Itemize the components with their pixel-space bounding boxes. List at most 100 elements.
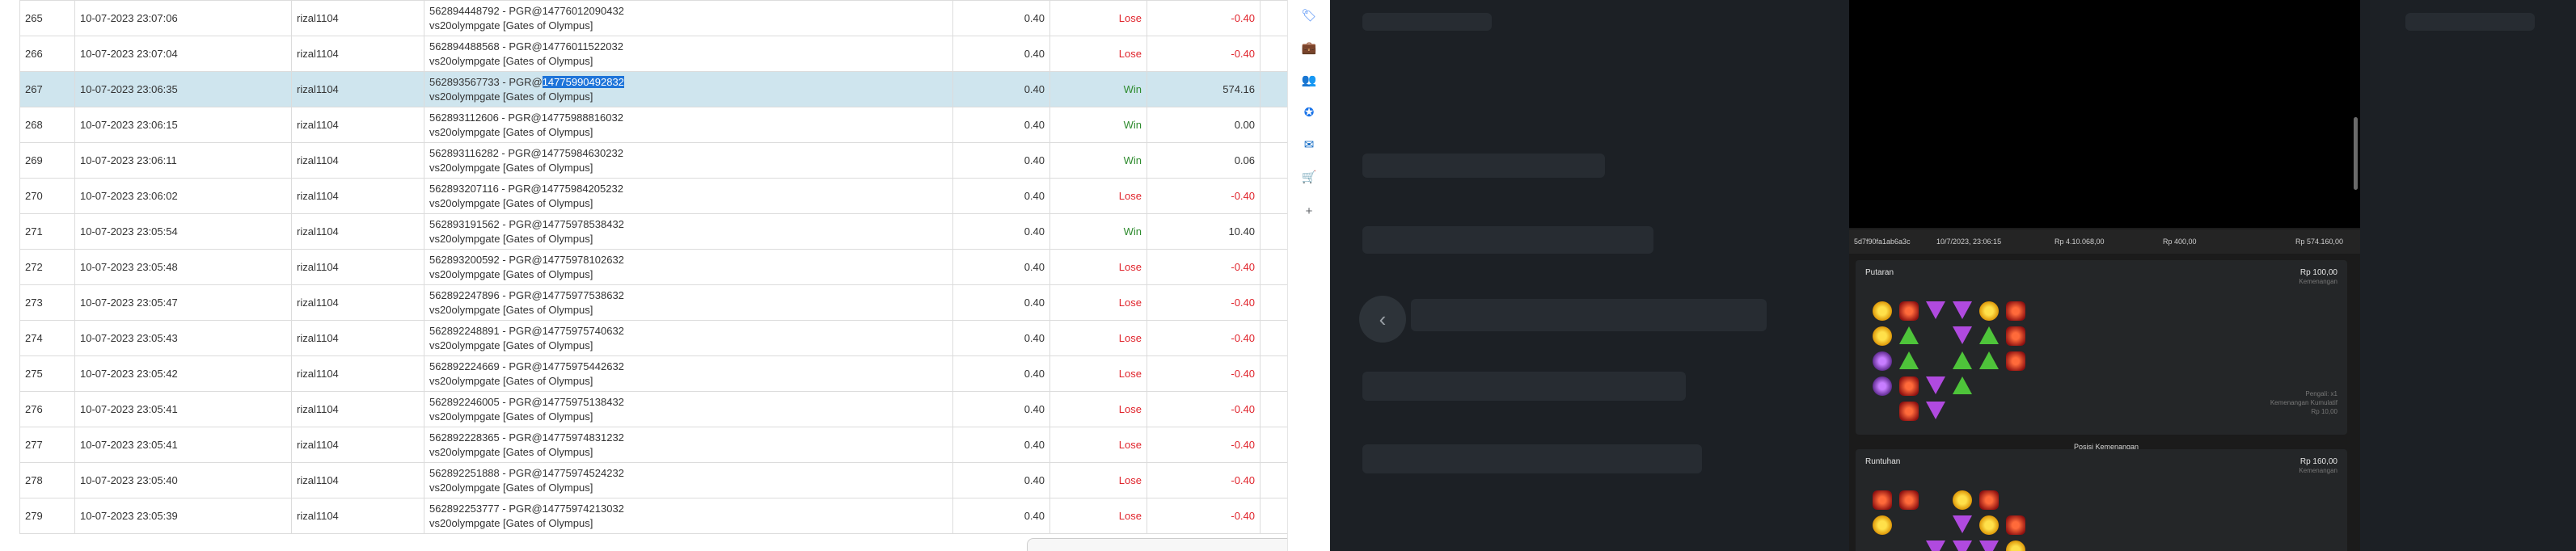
game-id-line: 562892253777 - PGR@14775974213032 xyxy=(429,502,948,516)
table-row[interactable]: 271 10-07-2023 23:05:54 rizal1104 562893191… xyxy=(19,213,1287,250)
symbol-tri-g-icon xyxy=(1953,351,1972,369)
ghost-block xyxy=(1362,444,1702,473)
date-time-cell: 10-07-2023 23:06:02 xyxy=(74,178,292,214)
bet-cell: 0.40 xyxy=(952,107,1050,143)
game-name-line: vs20olympgate [Gates of Olympus] xyxy=(429,232,593,245)
symbol-tri-g-icon xyxy=(1899,326,1919,344)
briefcase-icon[interactable]: 💼 xyxy=(1300,39,1318,57)
game-name-line: vs20olympgate [Gates of Olympus] xyxy=(429,267,593,280)
username-cell: rizal1104 xyxy=(291,142,424,179)
jackpot-cell: 0.00 xyxy=(1260,142,1287,179)
extension-icon[interactable]: ✪ xyxy=(1300,103,1318,121)
game-info-cell: 562894448792 - PGR@14776012090432 vs20oly… xyxy=(424,0,953,36)
jackpot-cell: 0.00 xyxy=(1260,284,1287,321)
section-title: Putaran xyxy=(1865,268,1894,277)
symbol-ruby-icon xyxy=(2006,515,2025,535)
game-id-line: 562892228365 - PGR@14775974831232 xyxy=(429,431,948,445)
table-row[interactable]: 275 10-07-2023 23:05:42 rizal1104 562892224… xyxy=(19,355,1287,392)
row-number: 277 xyxy=(19,427,75,463)
bet-cell: 0.40 xyxy=(952,249,1050,285)
date-time-cell: 10-07-2023 23:05:42 xyxy=(74,355,292,392)
username-cell: rizal1104 xyxy=(291,36,424,72)
row-number: 273 xyxy=(19,284,75,321)
empty-cell xyxy=(2006,490,2025,510)
username-cell: rizal1104 xyxy=(291,498,424,534)
game-info-cell: 562893567733 - PGR@14775990492832 vs20oly… xyxy=(424,71,953,107)
table-row[interactable]: 273 10-07-2023 23:05:47 rizal1104 562892247… xyxy=(19,284,1287,321)
table-row[interactable]: 268 10-07-2023 23:06:15 rizal1104 562893112… xyxy=(19,107,1287,143)
jackpot-cell: 0.00 xyxy=(1260,71,1287,107)
row-number: 275 xyxy=(19,355,75,392)
game-info-cell: 562893200592 - PGR@14775978102632 vs20oly… xyxy=(424,249,953,285)
symbol-sun-icon xyxy=(1873,326,1892,346)
date-time-cell: 10-07-2023 23:06:11 xyxy=(74,142,292,179)
date-time-cell: 10-07-2023 23:05:54 xyxy=(74,213,292,250)
bet-cell: 0.40 xyxy=(952,284,1050,321)
table-row[interactable]: 276 10-07-2023 23:05:41 rizal1104 562892246… xyxy=(19,391,1287,427)
symbol-tri-p-icon xyxy=(1953,515,1972,533)
horizontal-scrollbar[interactable] xyxy=(1027,538,1287,551)
jackpot-cell: 0.00 xyxy=(1260,249,1287,285)
symbol-tri-p-icon xyxy=(1926,376,1945,394)
symbol-grid xyxy=(1870,488,2032,551)
table-row[interactable]: 279 10-07-2023 23:05:39 rizal1104 562892253… xyxy=(19,498,1287,534)
winloss-cell: 574.16 xyxy=(1147,71,1261,107)
people-icon[interactable]: 👥 xyxy=(1300,71,1318,89)
table-row[interactable]: 270 10-07-2023 23:06:02 rizal1104 562893207… xyxy=(19,178,1287,214)
panel-scrollbar[interactable] xyxy=(2354,117,2358,190)
winloss-cell: -0.40 xyxy=(1147,427,1261,463)
game-info-cell: 562892248891 - PGR@14775975740632 vs20oly… xyxy=(424,320,953,356)
game-video-area xyxy=(1849,0,2360,228)
cumulative-win-value: Rp 10,00 xyxy=(2311,408,2337,415)
cumulative-win-label: Kemenangan Kumulatif xyxy=(2270,399,2337,406)
cart-icon[interactable]: 🛒 xyxy=(1300,168,1318,186)
game-name-line: vs20olympgate [Gates of Olympus] xyxy=(429,54,593,67)
add-icon[interactable]: + xyxy=(1300,202,1318,220)
table-row[interactable]: 269 10-07-2023 23:06:11 rizal1104 562893116… xyxy=(19,142,1287,179)
winloss-cell: -0.40 xyxy=(1147,391,1261,427)
table-row[interactable]: 265 10-07-2023 23:07:06 rizal1104 562894448… xyxy=(19,0,1287,36)
ghost-block xyxy=(2405,13,2535,31)
previous-arrow-button[interactable]: ‹ xyxy=(1359,296,1406,343)
game-id-line: 562893116282 - PGR@14775984630232 xyxy=(429,146,948,161)
tag-icon[interactable]: 🏷 xyxy=(1300,6,1318,24)
bet-cell: 0.40 xyxy=(952,142,1050,179)
game-name-line: vs20olympgate [Gates of Olympus] xyxy=(429,339,593,351)
jackpot-cell: 0.00 xyxy=(1260,213,1287,250)
table-row[interactable]: 274 10-07-2023 23:05:43 rizal1104 562892248… xyxy=(19,320,1287,356)
game-id-line: 562893112606 - PGR@14775988816032 xyxy=(429,111,948,125)
outlook-icon[interactable]: ✉ xyxy=(1300,136,1318,154)
table-row[interactable]: 277 10-07-2023 23:05:41 rizal1104 562892228… xyxy=(19,427,1287,463)
empty-cell xyxy=(1899,515,1919,535)
date-time-cell: 10-07-2023 23:05:48 xyxy=(74,249,292,285)
winloss-cell: -0.40 xyxy=(1147,36,1261,72)
bet-cell: 0.40 xyxy=(952,213,1050,250)
ghost-block xyxy=(1411,299,1767,331)
round-balance: Rp 574.160,00 xyxy=(2295,238,2344,246)
username-cell: rizal1104 xyxy=(291,0,424,36)
winloss-cell: 0.06 xyxy=(1147,142,1261,179)
symbol-grid xyxy=(1870,299,2032,424)
spin-section: Putaran Rp 100,00 Kemenangan Pengali: x1… xyxy=(1856,260,2347,451)
game-info-cell: 562892247896 - PGR@14775977538632 vs20oly… xyxy=(424,284,953,321)
table-row[interactable]: 272 10-07-2023 23:05:48 rizal1104 562893200… xyxy=(19,249,1287,285)
result-cell: Lose xyxy=(1049,284,1147,321)
winloss-cell: -0.40 xyxy=(1147,0,1261,36)
transaction-id: 562892248891 - PGR@14775975740632 xyxy=(429,324,624,337)
table-row[interactable]: 267 10-07-2023 23:06:35 rizal1104 562893567… xyxy=(19,71,1287,107)
table-row[interactable]: 266 10-07-2023 23:07:04 rizal1104 562894488… xyxy=(19,36,1287,72)
winloss-cell: -0.40 xyxy=(1147,498,1261,534)
transaction-id: 562893200592 - PGR@14775978102632 xyxy=(429,253,624,266)
winloss-cell: -0.40 xyxy=(1147,355,1261,392)
username-cell: rizal1104 xyxy=(291,213,424,250)
symbol-tri-p-icon xyxy=(1953,540,1972,551)
game-id-line: 562894448792 - PGR@14776012090432 xyxy=(429,4,948,19)
username-cell: rizal1104 xyxy=(291,391,424,427)
symbol-tri-p-icon xyxy=(1926,540,1945,551)
transaction-id: 562892246005 - PGR@14775975138432 xyxy=(429,395,624,408)
winloss-cell: -0.40 xyxy=(1147,284,1261,321)
table-row[interactable]: 278 10-07-2023 23:05:40 rizal1104 562892251… xyxy=(19,462,1287,498)
game-id-line: 562893567733 - PGR@14775990492832 xyxy=(429,75,948,90)
symbol-tri-g-icon xyxy=(1979,326,1999,344)
history-table: 265 10-07-2023 23:07:06 rizal1104 562894448… xyxy=(19,0,1287,534)
